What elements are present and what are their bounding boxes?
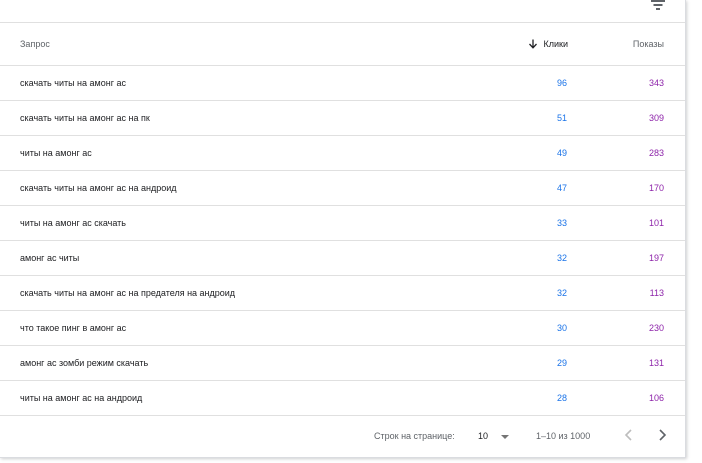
- clicks-cell: 32: [556, 288, 567, 298]
- impressions-cell: 113: [649, 288, 664, 298]
- table-row[interactable]: читы на амонг ас 49 283: [0, 136, 685, 171]
- clicks-cell: 30: [556, 323, 567, 333]
- chevron-left-icon[interactable]: [622, 426, 636, 444]
- query-cell: скачать читы на амонг ас: [20, 78, 126, 88]
- clicks-cell: 47: [556, 183, 567, 193]
- column-header-clicks[interactable]: Клики: [528, 39, 569, 49]
- pagination-bar: Строк на странице: 10 1–10 из 1000: [0, 416, 685, 456]
- column-header-impressions[interactable]: Показы: [633, 39, 664, 49]
- clicks-cell: 28: [556, 393, 567, 403]
- query-cell: что такое пинг в амонг ас: [20, 323, 127, 333]
- table-toolbar: [0, 0, 685, 23]
- page: Запрос Клики Показы скачать читы на амон…: [0, 0, 702, 463]
- impressions-cell: 230: [648, 323, 664, 333]
- queries-table-card: Запрос Клики Показы скачать читы на амон…: [0, 0, 686, 458]
- arrow-down-icon: [528, 39, 537, 49]
- clicks-cell: 29: [556, 358, 567, 368]
- clicks-cell: 96: [556, 78, 567, 88]
- query-cell: скачать читы на амонг ас на андроид: [20, 183, 177, 193]
- clicks-cell: 32: [556, 253, 567, 263]
- table-row[interactable]: читы на амонг ас на андроид 28 106: [0, 381, 685, 416]
- query-cell: скачать читы на амонг ас на пк: [20, 113, 150, 123]
- table-row[interactable]: амонг ас зомби режим скачать 29 131: [0, 346, 685, 381]
- clicks-cell: 33: [556, 218, 567, 228]
- pagination-range: 1–10 из 1000: [536, 431, 591, 441]
- query-cell: амонг ас зомби режим скачать: [20, 358, 149, 368]
- filter-icon[interactable]: [651, 0, 665, 10]
- table-row[interactable]: амонг ас читы 32 197: [0, 241, 685, 276]
- query-cell: амонг ас читы: [20, 253, 80, 263]
- column-header-query[interactable]: Запрос: [20, 39, 50, 49]
- chevron-right-icon[interactable]: [655, 426, 669, 444]
- impressions-cell: 131: [648, 358, 664, 368]
- table-header: Запрос Клики Показы: [0, 23, 685, 66]
- impressions-cell: 101: [648, 218, 664, 228]
- table-row[interactable]: скачать читы на амонг ас на пк 51 309: [0, 101, 685, 136]
- clicks-cell: 51: [556, 113, 567, 123]
- rows-per-page-label: Строк на странице:: [374, 431, 455, 441]
- rows-per-page-select[interactable]: 10: [478, 431, 510, 441]
- table-row[interactable]: скачать читы на амонг ас 96 343: [0, 66, 685, 101]
- rows-per-page-value: 10: [478, 431, 489, 441]
- table-row[interactable]: скачать читы на амонг ас на предателя на…: [0, 276, 685, 311]
- table-row[interactable]: читы на амонг ас скачать 33 101: [0, 206, 685, 241]
- impressions-cell: 283: [648, 148, 664, 158]
- clicks-cell: 49: [556, 148, 567, 158]
- column-header-clicks-label: Клики: [543, 39, 569, 49]
- query-cell: скачать читы на амонг ас на предателя на…: [20, 288, 236, 298]
- caret-down-icon: [501, 434, 510, 439]
- impressions-cell: 309: [648, 113, 664, 123]
- impressions-cell: 106: [648, 393, 664, 403]
- query-cell: читы на амонг ас на андроид: [20, 393, 143, 403]
- query-cell: читы на амонг ас: [20, 148, 92, 158]
- query-cell: читы на амонг ас скачать: [20, 218, 126, 228]
- impressions-cell: 170: [648, 183, 664, 193]
- table-row[interactable]: что такое пинг в амонг ас 30 230: [0, 311, 685, 346]
- table-body: скачать читы на амонг ас 96 343 скачать …: [0, 66, 685, 416]
- impressions-cell: 197: [648, 253, 664, 263]
- impressions-cell: 343: [648, 78, 664, 88]
- table-row[interactable]: скачать читы на амонг ас на андроид 47 1…: [0, 171, 685, 206]
